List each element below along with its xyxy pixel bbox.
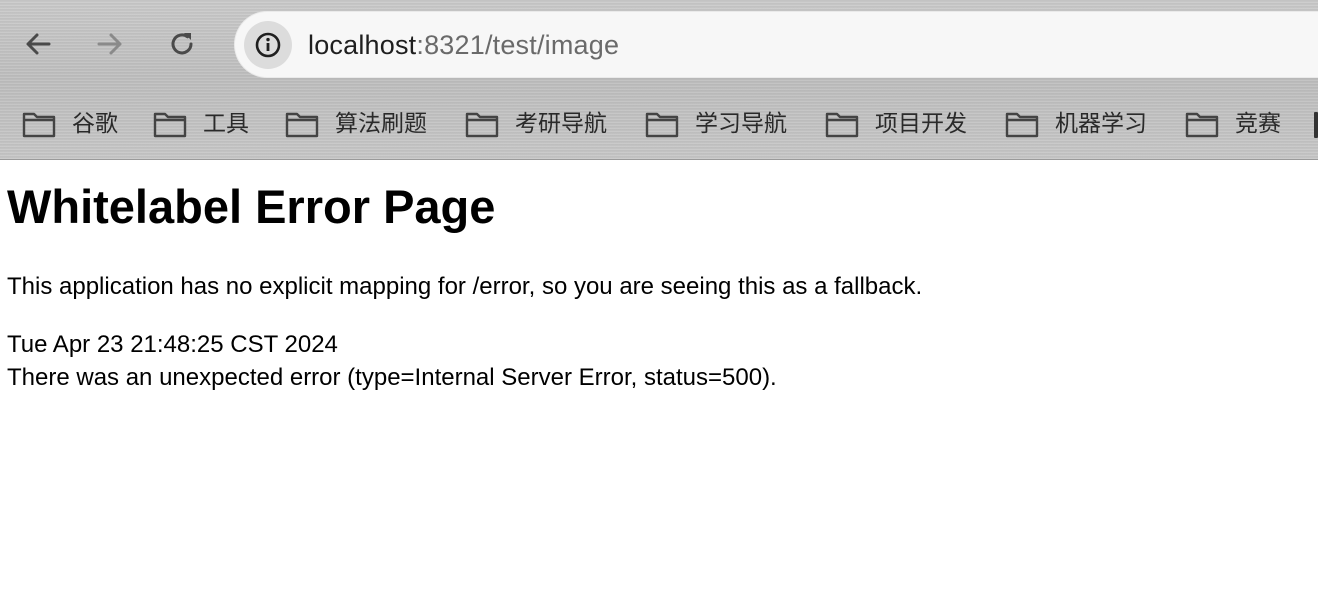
folder-icon <box>465 112 499 138</box>
url-text[interactable]: localhost:8321/test/image <box>308 28 619 62</box>
url-host: localhost <box>308 30 417 60</box>
folder-icon <box>645 112 679 138</box>
info-icon <box>255 32 281 58</box>
bookmark-label: 谷歌 <box>72 111 118 137</box>
bookmark-label: 算法刷题 <box>335 111 427 137</box>
bookmark-label: 学习导航 <box>695 111 787 137</box>
page-title: Whitelabel Error Page <box>7 180 496 233</box>
site-info-button[interactable] <box>244 21 292 69</box>
bookmark-folder-ml[interactable]: 机器学习 <box>1005 104 1147 144</box>
folder-icon <box>825 112 859 138</box>
reload-button[interactable] <box>158 20 206 68</box>
bookmark-overflow-edge <box>1314 112 1318 138</box>
browser-chrome: localhost:8321/test/image 谷歌 工具 算法刷题 考研导… <box>0 0 1318 160</box>
error-details: Tue Apr 23 21:48:25 CST 2024 There was a… <box>7 328 777 394</box>
bookmark-label: 项目开发 <box>875 111 967 137</box>
error-message: This application has no explicit mapping… <box>7 273 923 300</box>
bookmark-folder-google[interactable]: 谷歌 <box>22 104 118 144</box>
url-path: :8321/test/image <box>416 30 620 60</box>
bookmark-label: 考研导航 <box>515 111 607 137</box>
bookmark-folder-tools[interactable]: 工具 <box>153 104 249 144</box>
bookmark-label: 工具 <box>203 111 249 137</box>
arrow-left-icon <box>26 33 51 55</box>
folder-icon <box>285 112 319 138</box>
forward-button[interactable] <box>86 20 134 68</box>
folder-icon <box>1005 112 1039 138</box>
bookmark-label: 机器学习 <box>1055 111 1147 137</box>
bookmark-label: 竞赛 <box>1235 111 1281 137</box>
bookmarks-bar: 谷歌 工具 算法刷题 考研导航 学习导航 项目开发 机器学习 竞赛 <box>0 100 1318 148</box>
bookmark-folder-exam-nav[interactable]: 考研导航 <box>465 104 607 144</box>
folder-icon <box>22 112 56 138</box>
arrow-right-icon <box>97 33 122 55</box>
bookmark-folder-study-nav[interactable]: 学习导航 <box>645 104 787 144</box>
bookmark-folder-projects[interactable]: 项目开发 <box>825 104 967 144</box>
error-status: There was an unexpected error (type=Inte… <box>7 364 777 391</box>
reload-icon <box>171 33 193 55</box>
bookmark-folder-contests[interactable]: 竞赛 <box>1185 104 1281 144</box>
back-button[interactable] <box>14 20 62 68</box>
error-timestamp: Tue Apr 23 21:48:25 CST 2024 <box>7 331 338 358</box>
folder-icon <box>153 112 187 138</box>
folder-icon <box>1185 112 1219 138</box>
bookmark-folder-algorithms[interactable]: 算法刷题 <box>285 104 427 144</box>
browser-toolbar: localhost:8321/test/image <box>0 0 1318 90</box>
address-bar[interactable]: localhost:8321/test/image <box>234 11 1318 78</box>
